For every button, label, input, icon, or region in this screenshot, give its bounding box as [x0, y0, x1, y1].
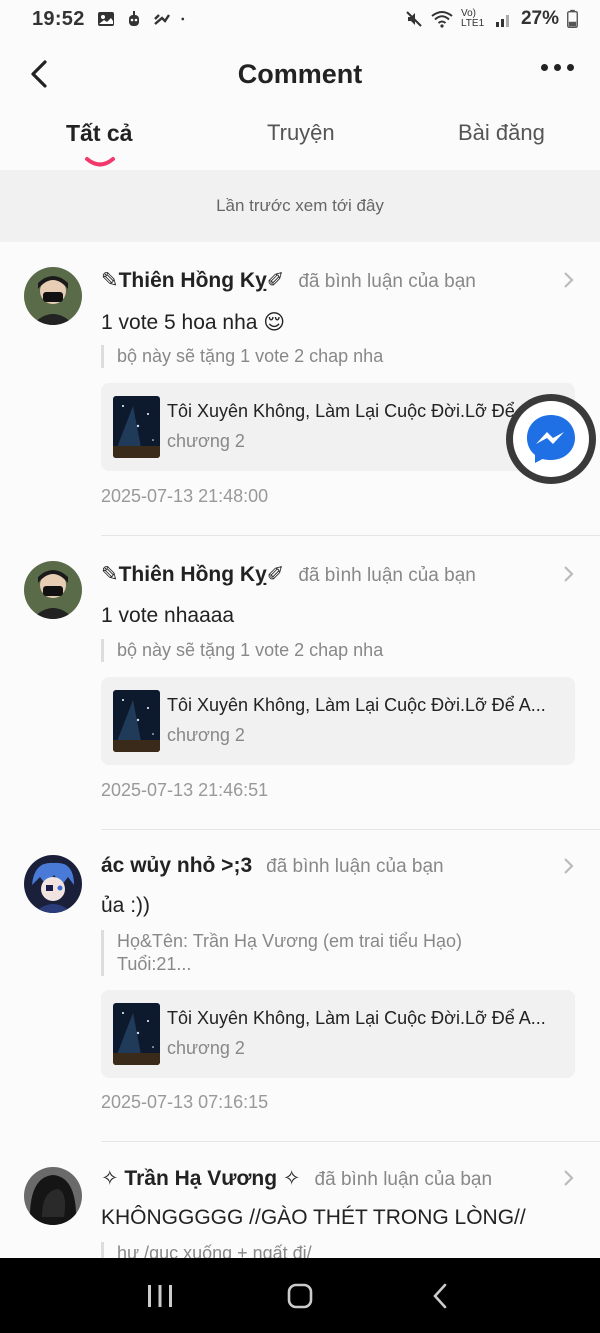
quoted-comment: bộ này sẽ tặng 1 vote 2 chap nha: [101, 639, 521, 662]
quoted-comment: bộ này sẽ tặng 1 vote 2 chap nha: [101, 345, 521, 368]
author-line: ✎Thiên Hồng Kỵ✐ đã bình luận của bạn: [101, 562, 476, 587]
messenger-icon: [527, 415, 575, 463]
transfer-icon: [153, 14, 170, 25]
author-line: ác wủy nhỏ >;3 đã bình luận của bạn: [101, 854, 444, 878]
quote-line: Họ&Tên: Trần Hạ Vương (em trai tiểu Hạo): [117, 931, 462, 951]
comment-item[interactable]: ác wủy nhỏ >;3 đã bình luận của bạn ủa :…: [0, 830, 600, 1142]
story-card[interactable]: Tôi Xuyên Không, Làm Lại Cuộc Đời.Lỡ Để …: [101, 383, 575, 471]
avatar[interactable]: [24, 1167, 82, 1225]
chevron-left-icon: [31, 60, 47, 88]
story-chapter: chương 2: [167, 725, 245, 745]
more-button[interactable]: [541, 64, 574, 71]
dot-icon: [181, 17, 184, 21]
chevron-right-icon[interactable]: [562, 270, 576, 290]
header: Comment: [0, 46, 600, 102]
more-dot: [554, 64, 561, 71]
home-button[interactable]: [270, 1266, 330, 1326]
author-name[interactable]: ✧ Trần Hạ Vương ✧: [101, 1166, 301, 1191]
more-dot: [567, 64, 574, 71]
quoted-comment: Họ&Tên: Trần Hạ Vương (em trai tiểu Hạo)…: [101, 930, 521, 976]
battery-percent: 27%: [520, 8, 559, 29]
home-icon: [287, 1283, 313, 1308]
robot-icon: [128, 11, 139, 26]
avatar[interactable]: [24, 855, 82, 913]
author-name[interactable]: ✎Thiên Hồng Kỵ✐: [101, 562, 284, 587]
comment-action: đã bình luận của bạn: [298, 271, 476, 292]
chevron-right-icon[interactable]: [562, 1168, 576, 1188]
status-notification-icons: [97, 10, 189, 28]
author-line: ✎Thiên Hồng Kỵ✐ đã bình luận của bạn: [101, 268, 476, 293]
comment-text: 1 vote 5 hoa nha 😌: [101, 311, 286, 334]
story-title: Tôi Xuyên Không, Làm Lại Cuộc Đời.Lỡ Để …: [167, 401, 546, 421]
messenger-bubble: [513, 401, 589, 477]
page-title: Comment: [237, 58, 363, 89]
active-tab-indicator: [85, 157, 115, 167]
status-time: 19:52: [32, 7, 85, 30]
comment-timestamp: 2025-07-13 21:48:00: [101, 486, 269, 506]
tab-bar: Tất cả Truyện Bài đăng: [0, 112, 600, 170]
network-label: Vo) LTE1: [460, 8, 485, 29]
comment-text: 1 vote nhaaaa: [101, 604, 235, 627]
avatar[interactable]: [24, 267, 82, 325]
story-chapter: chương 2: [167, 431, 245, 451]
system-nav-bar: [0, 1258, 600, 1333]
chevron-right-icon[interactable]: [562, 856, 576, 876]
back-arrow-icon: [433, 1283, 447, 1308]
back-nav-button[interactable]: [410, 1266, 470, 1326]
last-read-notice: Lần trước xem tới đây: [0, 170, 600, 242]
battery-icon: [567, 9, 578, 28]
mute-icon: [406, 11, 422, 27]
author-name[interactable]: ✎Thiên Hồng Kỵ✐: [101, 268, 284, 293]
gallery-icon: [97, 12, 114, 26]
story-card[interactable]: Tôi Xuyên Không, Làm Lại Cuộc Đời.Lỡ Để …: [101, 990, 575, 1078]
comment-action: đã bình luận của bạn: [314, 1169, 493, 1190]
author-line: ✧ Trần Hạ Vương ✧ đã bình luận của bạn: [101, 1166, 492, 1191]
story-card[interactable]: Tôi Xuyên Không, Làm Lại Cuộc Đời.Lỡ Để …: [101, 677, 575, 765]
comment-timestamp: 2025-07-13 07:16:15: [101, 1092, 269, 1112]
wifi-icon: [431, 11, 453, 28]
comment-item[interactable]: ✧ Trần Hạ Vương ✧ đã bình luận của bạn K…: [0, 1142, 600, 1272]
comment-item[interactable]: ✎Thiên Hồng Kỵ✐ đã bình luận của bạn 1 v…: [0, 536, 600, 830]
story-cover: [113, 690, 160, 752]
quote-line: Tuổi:21...: [117, 954, 192, 974]
author-name[interactable]: ác wủy nhỏ >;3: [101, 854, 252, 878]
comment-action: đã bình luận của bạn: [266, 856, 444, 877]
avatar[interactable]: [24, 561, 82, 619]
story-title: Tôi Xuyên Không, Làm Lại Cuộc Đời.Lỡ Để …: [167, 695, 546, 715]
comment-item[interactable]: ✎Thiên Hồng Kỵ✐ đã bình luận của bạn 1 v…: [0, 242, 600, 536]
story-cover: [113, 396, 160, 458]
tab-posts[interactable]: Bài đăng: [458, 120, 545, 146]
story-cover: [113, 1003, 160, 1065]
tab-stories[interactable]: Truyện: [267, 120, 335, 146]
comment-text: KHÔNGGGGG //GÀO THÉT TRONG LÒNG//: [101, 1206, 526, 1229]
story-chapter: chương 2: [167, 1038, 245, 1058]
comment-timestamp: 2025-07-13 21:46:51: [101, 780, 269, 800]
recent-apps-button[interactable]: [130, 1266, 190, 1326]
back-button[interactable]: [22, 54, 56, 94]
comment-text: ủa :)): [101, 894, 151, 917]
messenger-chat-button[interactable]: [506, 394, 596, 484]
comment-action: đã bình luận của bạn: [298, 565, 476, 586]
tab-all[interactable]: Tất cả: [66, 120, 132, 147]
status-bar: 19:52 Vo) LTE1 27%: [0, 0, 600, 38]
story-title: Tôi Xuyên Không, Làm Lại Cuộc Đời.Lỡ Để …: [167, 1008, 546, 1028]
more-horizontal-icon: [541, 64, 548, 71]
signal-icon: [495, 15, 509, 27]
chevron-right-icon[interactable]: [562, 564, 576, 584]
status-system-icons: Vo) LTE1 27%: [405, 8, 578, 30]
comment-list: ✎Thiên Hồng Kỵ✐ đã bình luận của bạn 1 v…: [0, 242, 600, 1272]
recent-apps-icon: [148, 1284, 172, 1307]
